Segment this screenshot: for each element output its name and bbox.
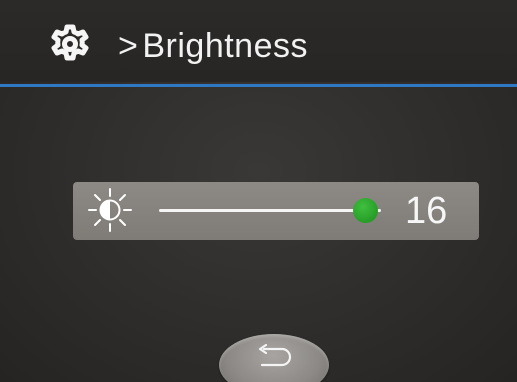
return-arrow-icon bbox=[258, 344, 292, 367]
page-title: > Brightness bbox=[118, 26, 308, 66]
header-divider bbox=[0, 84, 517, 87]
header-bar: > Brightness bbox=[0, 0, 517, 82]
gear-icon bbox=[51, 24, 89, 61]
breadcrumb-separator: > bbox=[118, 27, 139, 65]
brightness-value: 16 bbox=[405, 190, 448, 232]
brightness-slider-track[interactable] bbox=[159, 209, 381, 212]
back-button[interactable] bbox=[219, 334, 329, 382]
brightness-sun-icon bbox=[88, 188, 132, 232]
page-title-text: Brightness bbox=[142, 27, 308, 65]
brightness-slider-handle[interactable] bbox=[352, 198, 378, 223]
brightness-slider-panel: 16 bbox=[73, 182, 479, 240]
brightness-settings-screen: > Brightness 16 bbox=[0, 0, 517, 382]
